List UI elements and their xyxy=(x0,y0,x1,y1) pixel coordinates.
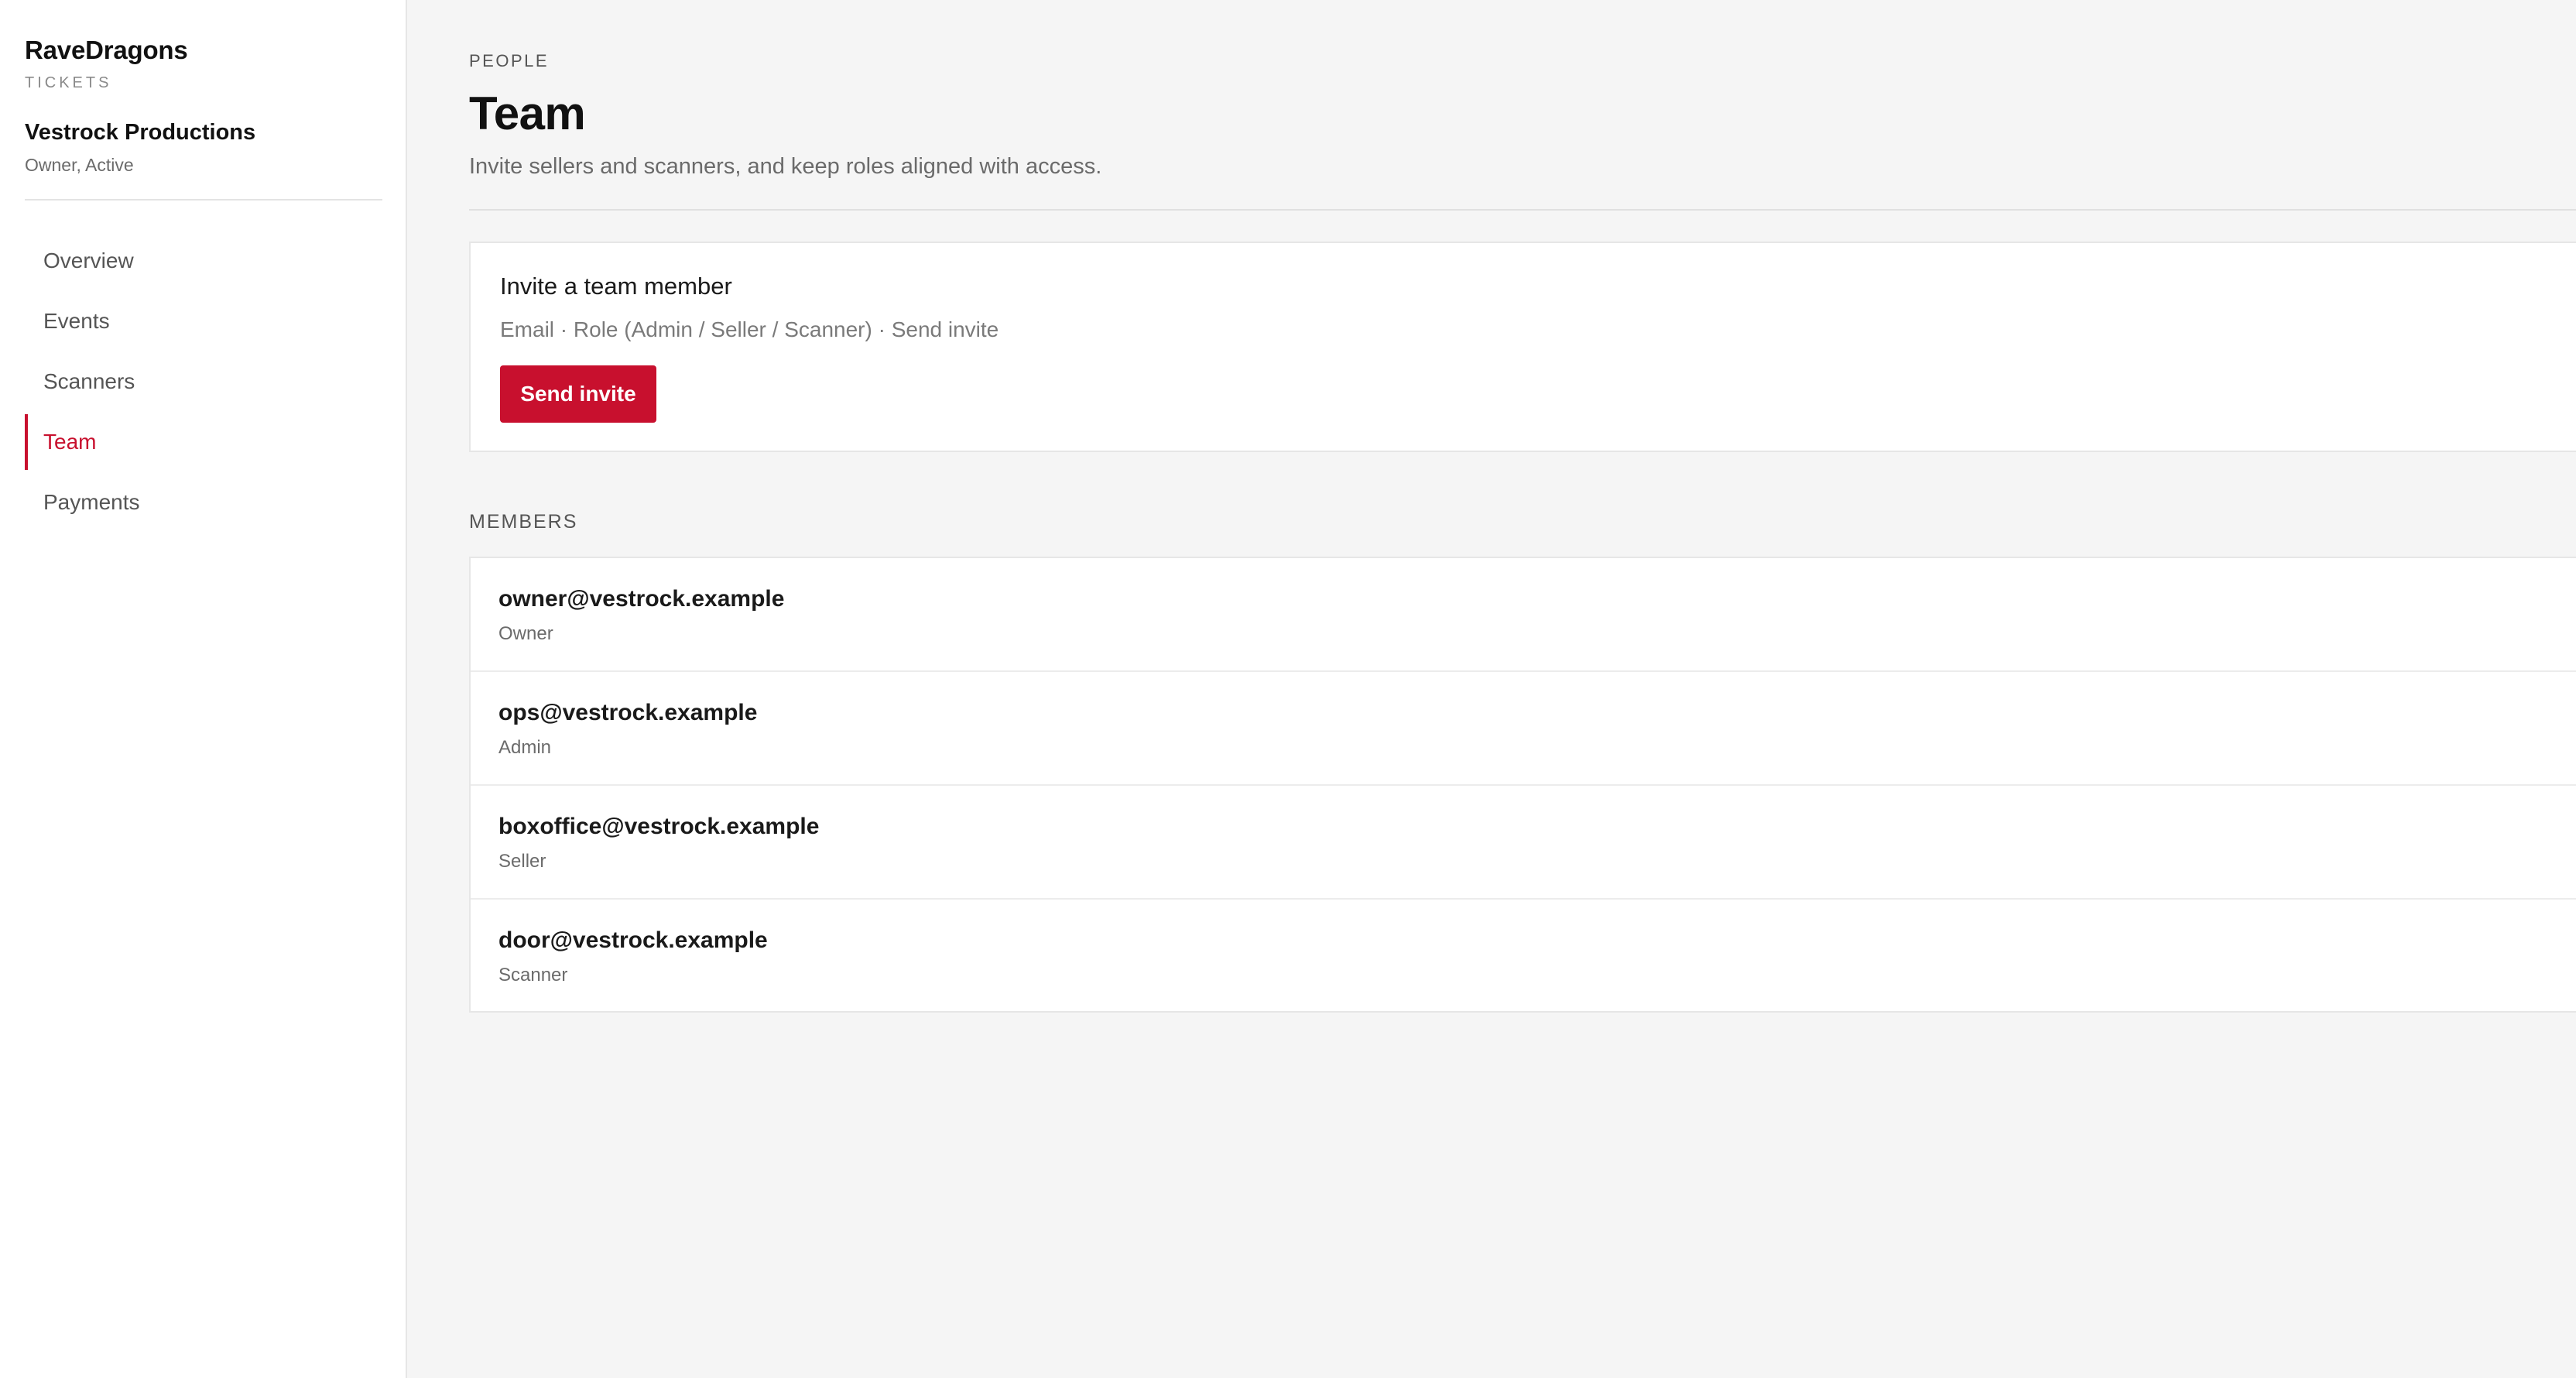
member-role: Admin xyxy=(498,737,552,758)
invite-card-hint: Email · Role (Admin / Seller / Scanner) … xyxy=(500,317,999,341)
header-divider xyxy=(469,209,2576,211)
member-role: Owner xyxy=(498,623,553,644)
sidebar-item-label: Scanners xyxy=(43,369,135,393)
sidebar-item-label: Events xyxy=(43,309,110,333)
invite-card-title: Invite a team member xyxy=(500,273,732,300)
member-email: boxoffice@vestrock.example xyxy=(498,814,820,839)
sidebar-nav: Overview Events Scanners Team Payments xyxy=(25,233,381,530)
sidebar-item-team[interactable]: Team xyxy=(25,414,381,470)
brand-product: TICKETS xyxy=(25,74,112,91)
invite-card: Invite a team member Email · Role (Admin… xyxy=(469,242,2576,452)
list-item: owner@vestrock.example Owner xyxy=(471,558,2576,672)
member-email: ops@vestrock.example xyxy=(498,700,758,725)
list-item: boxoffice@vestrock.example Seller xyxy=(471,786,2576,900)
org-name: Vestrock Productions xyxy=(25,120,256,145)
member-role: Scanner xyxy=(498,965,568,986)
sidebar-item-payments[interactable]: Payments xyxy=(25,475,381,530)
list-item: door@vestrock.example Scanner xyxy=(471,900,2576,1011)
brand-name: RaveDragons xyxy=(25,36,188,64)
sidebar-item-events[interactable]: Events xyxy=(25,293,381,349)
sidebar-item-label: Payments xyxy=(43,490,140,514)
main-content: PEOPLE Team Invite sellers and scanners,… xyxy=(407,0,2576,1378)
page-description: Invite sellers and scanners, and keep ro… xyxy=(469,154,1102,179)
sidebar-item-label: Overview xyxy=(43,249,134,273)
org-status: Owner, Active xyxy=(25,155,134,175)
page-title: Team xyxy=(469,87,586,139)
app-root: RaveDragons TICKETS Vestrock Productions… xyxy=(0,0,2576,1378)
sidebar-item-overview[interactable]: Overview xyxy=(25,233,381,289)
sidebar-item-scanners[interactable]: Scanners xyxy=(25,354,381,410)
list-item: ops@vestrock.example Admin xyxy=(471,672,2576,786)
sidebar: RaveDragons TICKETS Vestrock Productions… xyxy=(0,0,407,1378)
member-email: owner@vestrock.example xyxy=(498,586,785,612)
members-list: owner@vestrock.example Owner ops@vestroc… xyxy=(469,557,2576,1013)
members-section-label: MEMBERS xyxy=(469,511,578,533)
page-eyebrow: PEOPLE xyxy=(469,51,550,70)
send-invite-button[interactable]: Send invite xyxy=(500,365,656,423)
sidebar-divider xyxy=(25,199,382,201)
member-email: door@vestrock.example xyxy=(498,927,768,953)
sidebar-item-label: Team xyxy=(43,430,97,454)
member-role: Seller xyxy=(498,851,546,872)
